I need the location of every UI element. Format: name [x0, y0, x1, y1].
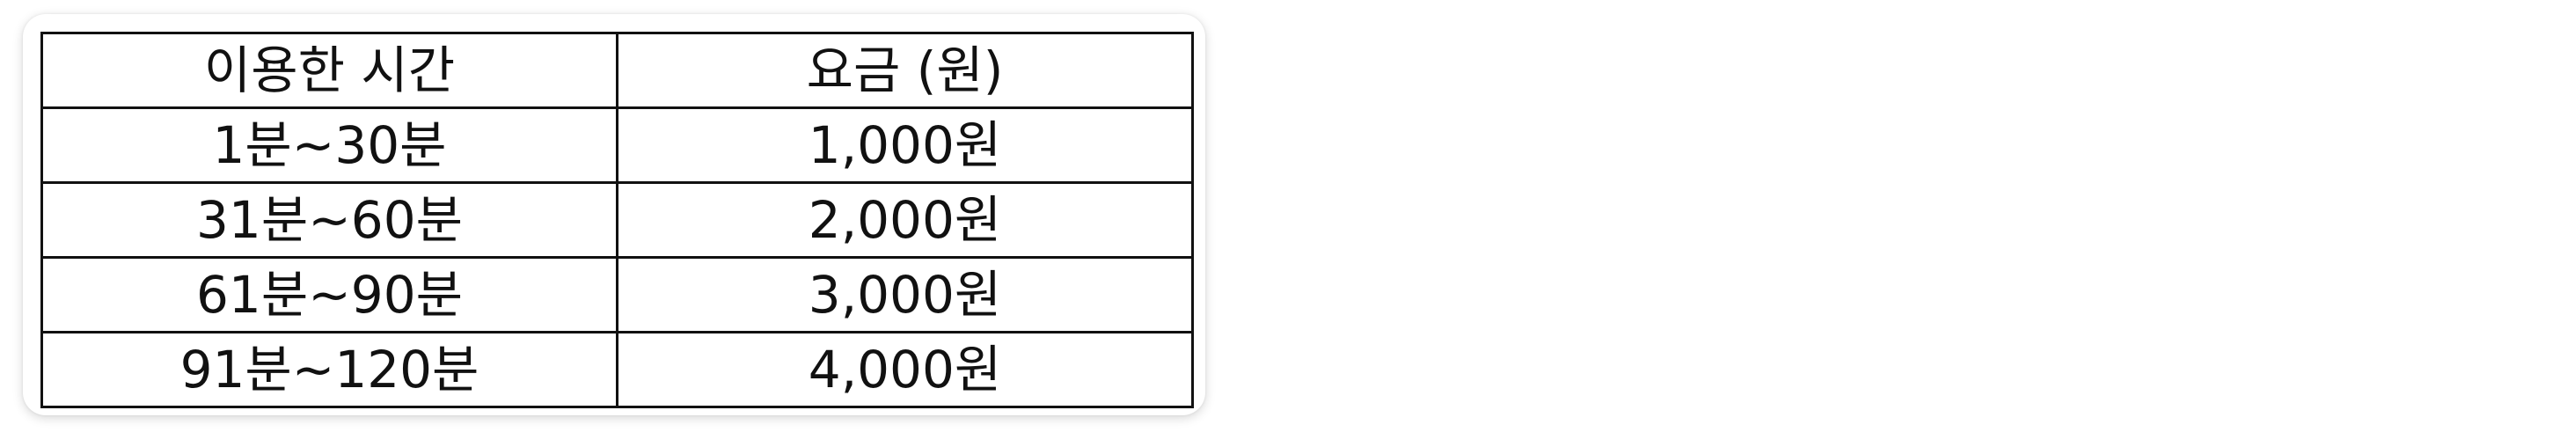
cell-fee: 4,000원	[616, 331, 1194, 408]
table-header-row: 이용한 시간 요금 (원)	[40, 32, 1194, 109]
cell-usage-time: 91분~120분	[40, 331, 618, 408]
table-row: 31분~60분 2,000원	[40, 181, 1194, 259]
table-card: 이용한 시간 요금 (원) 1분~30분 1,000원 31분~60분 2,00…	[23, 14, 1205, 415]
cell-fee: 3,000원	[616, 256, 1194, 333]
table-row: 1분~30분 1,000원	[40, 106, 1194, 184]
table-row: 61분~90분 3,000원	[40, 256, 1194, 333]
header-fee: 요금 (원)	[616, 32, 1194, 109]
header-usage-time: 이용한 시간	[40, 32, 618, 109]
fee-table: 이용한 시간 요금 (원) 1분~30분 1,000원 31분~60분 2,00…	[40, 32, 1194, 408]
cell-usage-time: 61분~90분	[40, 256, 618, 333]
cell-usage-time: 1분~30분	[40, 106, 618, 184]
cell-fee: 2,000원	[616, 181, 1194, 259]
table-row: 91분~120분 4,000원	[40, 331, 1194, 408]
cell-usage-time: 31분~60분	[40, 181, 618, 259]
cell-fee: 1,000원	[616, 106, 1194, 184]
